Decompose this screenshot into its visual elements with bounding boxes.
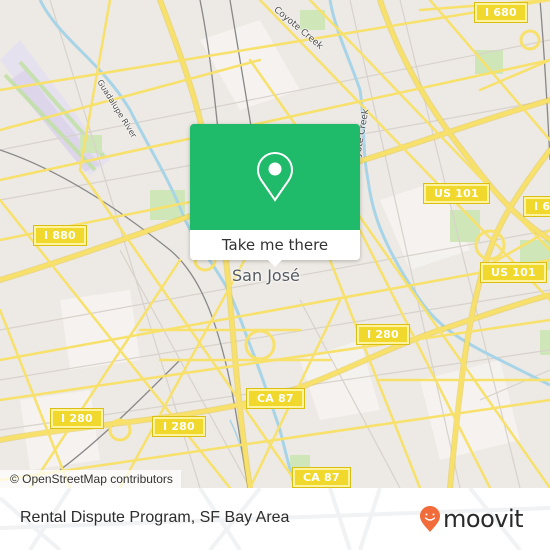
highway-shield-i280-center: I 280 (152, 416, 206, 437)
location-popup[interactable]: Take me there (190, 124, 360, 267)
moovit-logo[interactable]: moovit (419, 505, 524, 533)
highway-shield-i280-east: I 280 (356, 324, 410, 345)
map-view[interactable]: I 680 US 101 I 68 US 101 I 880 I 280 I 2… (0, 0, 550, 488)
highway-shield-i680-east: I 68 (522, 196, 550, 217)
map-attribution[interactable]: © OpenStreetMap contributors (0, 470, 181, 488)
highway-shield-i880: I 880 (33, 225, 87, 246)
popup-header (190, 124, 360, 230)
highway-shield-i680: I 680 (474, 2, 528, 23)
highway-shield-us101-east: US 101 (480, 262, 547, 283)
map-pin-icon (256, 151, 294, 202)
highway-shield-ca87-south: CA 87 (292, 467, 351, 488)
city-label: San José (232, 266, 300, 285)
take-me-there-button[interactable]: Take me there (190, 230, 360, 260)
popup-pointer (268, 260, 282, 267)
highway-shield-ca87-north: CA 87 (246, 388, 305, 409)
place-name: Rental Dispute Program, SF Bay Area (20, 509, 290, 526)
brand-name: moovit (443, 505, 524, 533)
highway-shield-i280-west: I 280 (50, 408, 104, 429)
moovit-pin-icon (420, 506, 440, 532)
highway-shield-us101: US 101 (423, 183, 490, 204)
